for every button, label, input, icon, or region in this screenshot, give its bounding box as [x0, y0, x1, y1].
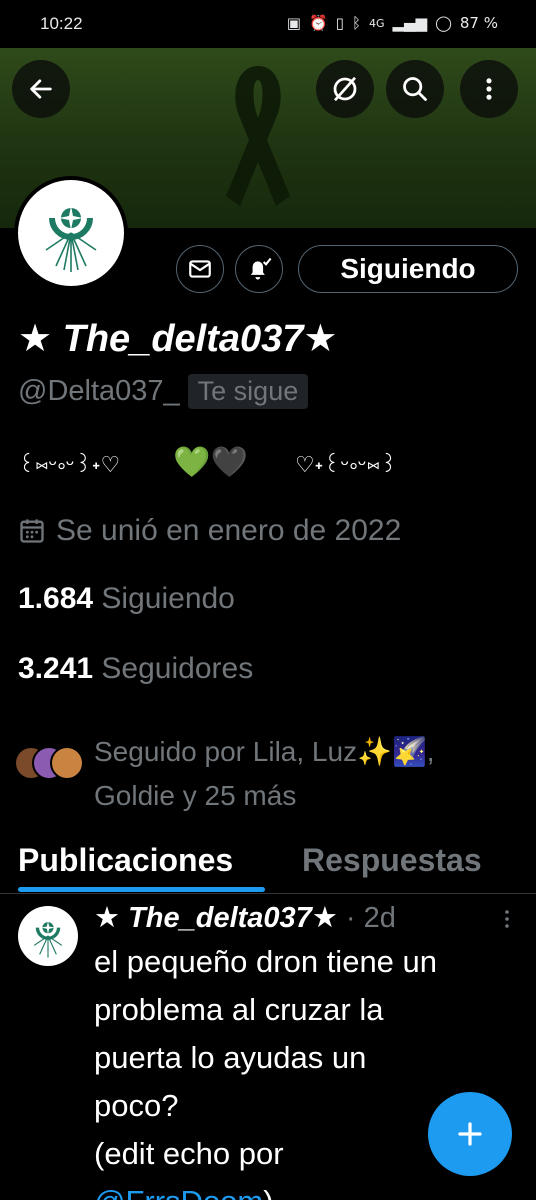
followers-label: Seguidores [101, 652, 254, 685]
status-icons: ▣ ⏰ ▯ ᛒ 4G ▂▄▆ ◯ 87 % [287, 14, 498, 32]
status-bar: 10:22 ▣ ⏰ ▯ ᛒ 4G ▂▄▆ ◯ 87 % [0, 0, 536, 48]
profile-tabs: Publicaciones Respuestas [0, 840, 536, 894]
followers-stat[interactable]: 3.241 Seguidores [18, 652, 253, 686]
following-stat[interactable]: 1.684 Siguiendo [18, 582, 235, 616]
search-icon [403, 77, 427, 101]
following-button[interactable]: Siguiendo [298, 245, 518, 293]
tab-posts[interactable]: Publicaciones [18, 842, 233, 879]
post-more-button[interactable] [498, 908, 516, 935]
signal-icon: ▂▄▆ [392, 14, 428, 32]
post-author-name: ★ The_delta037★ [94, 902, 338, 934]
followers-you-know-avatars [14, 746, 84, 786]
post-text-close: ) [263, 1184, 273, 1200]
avatar-emblem-icon [45, 206, 97, 272]
post-mention-link[interactable]: @FrrsDoom [94, 1184, 263, 1200]
more-vertical-icon [505, 910, 509, 928]
post-name-prefix: ★ [94, 902, 129, 934]
bell-check-icon [250, 257, 272, 280]
battery-icon: ◯ [435, 14, 452, 32]
following-label: Siguiendo [101, 582, 235, 615]
profile-bio: ꒰⑅ᵕ༚ᵕ꒱˖♡ 💚🖤 ♡˖꒰ᵕ༚ᵕ⑅꒱ [18, 440, 518, 502]
post-text-line-mention: @FrrsDoom) [94, 1178, 524, 1200]
follows-you-badge: Te sigue [187, 374, 309, 409]
more-vertical-icon [486, 78, 492, 100]
alarm-icon: ⏰ [308, 14, 328, 32]
post-name-core: The_delta037 [128, 902, 312, 934]
grok-button[interactable] [316, 60, 374, 118]
followed-by[interactable]: Seguido por Lila, Luz✨🌠, Goldie y 25 más [14, 730, 514, 818]
battery-percent: 87 % [459, 14, 498, 32]
post-timestamp: · 2d [337, 902, 396, 934]
bio-kaomoji-right: ♡˖꒰ᵕ༚ᵕ⑅꒱ [294, 453, 398, 478]
handle-row: @Delta037_ Te sigue [18, 374, 309, 409]
search-button[interactable] [386, 60, 444, 118]
display-name-prefix: ★ [18, 318, 63, 360]
post-header: ★ The_delta037★ · 2d [94, 900, 396, 935]
message-button[interactable] [176, 245, 224, 293]
following-count: 1.684 [18, 582, 94, 615]
grok-icon [333, 76, 357, 102]
back-arrow-icon [30, 79, 52, 99]
display-name: ★ The_delta037★ [18, 316, 338, 361]
followed-by-line2: Goldie y 25 más [94, 780, 297, 811]
calendar-icon [20, 519, 44, 543]
active-tab-indicator [18, 887, 265, 892]
profile-handle: @Delta037_ [18, 375, 180, 407]
avatar-emblem-icon [33, 921, 63, 958]
mail-icon [189, 260, 211, 278]
followers-count: 3.241 [18, 652, 94, 685]
compose-post-button[interactable] [428, 1092, 512, 1176]
bio-kaomoji-left: ꒰⑅ᵕ༚ᵕ꒱˖♡ [18, 453, 121, 478]
post-text-line: problema al cruzar la [94, 992, 384, 1027]
joined-text: Se unió en enero de 2022 [56, 514, 402, 547]
post-name-suffix: ★ [311, 902, 338, 934]
bio-hearts: 💚🖤 [173, 445, 248, 480]
followed-by-line1: Seguido por Lila, Luz✨🌠, [94, 736, 435, 767]
display-name-suffix: ★ [303, 318, 338, 360]
post-text-line: el pequeño dron tiene un [94, 944, 438, 979]
avatar [50, 746, 84, 780]
display-name-core: The_delta037 [62, 318, 304, 360]
plus-icon [458, 1122, 482, 1146]
post-text-line: puerta lo ayudas un [94, 1040, 367, 1075]
status-time: 10:22 [40, 14, 83, 33]
joined-date: Se unió en enero de 2022 [18, 514, 401, 548]
more-options-button[interactable] [460, 60, 518, 118]
awareness-ribbon-icon [226, 66, 290, 206]
tab-replies[interactable]: Respuestas [302, 842, 482, 879]
notifications-button[interactable] [235, 245, 283, 293]
followed-by-text: Seguido por Lila, Luz✨🌠, Goldie y 25 más [94, 730, 514, 818]
post-avatar[interactable] [18, 906, 78, 966]
nfc-icon: ▣ [286, 14, 301, 32]
bluetooth-icon: ᛒ [351, 14, 361, 32]
profile-avatar[interactable] [14, 176, 128, 290]
network-label: 4G [368, 16, 385, 30]
back-button[interactable] [12, 60, 70, 118]
vibrate-icon: ▯ [335, 14, 344, 32]
